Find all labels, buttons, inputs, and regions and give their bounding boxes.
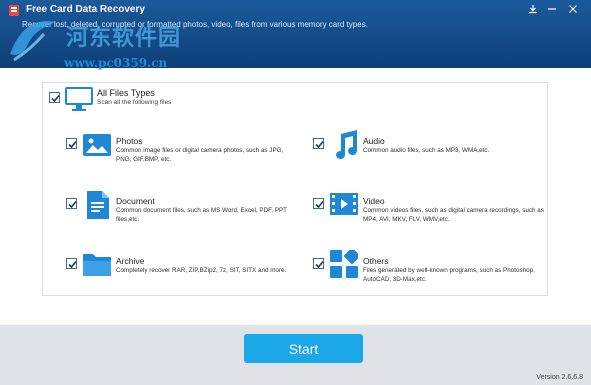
- close-icon[interactable]: [564, 2, 582, 16]
- others-title: Others: [363, 256, 389, 266]
- photos-title: Photos: [116, 136, 143, 146]
- others-icon: [330, 247, 361, 283]
- video-title: Video: [363, 196, 385, 206]
- document-checkbox[interactable]: [66, 198, 77, 209]
- others-checkbox[interactable]: [313, 258, 324, 269]
- start-button[interactable]: Start: [244, 334, 363, 363]
- video-checkbox[interactable]: [313, 198, 324, 209]
- photos-description: Common image files or digital camera pho…: [116, 147, 284, 163]
- video-icon: [330, 193, 358, 220]
- photos-checkbox[interactable]: [66, 138, 77, 149]
- document-title: Document: [116, 196, 155, 206]
- version-label: Version 2.6.6.8: [536, 374, 583, 381]
- monitor-icon: [64, 86, 94, 112]
- all-files-title: All Files Types: [97, 88, 155, 98]
- audio-checkbox[interactable]: [313, 138, 324, 149]
- document-description: Common document files, such as MS Word, …: [116, 207, 287, 223]
- photo-icon: [83, 134, 111, 161]
- archive-description: Completely recover RAR, ZIP,BZip2, 7z, S…: [116, 267, 287, 274]
- archive-title: Archive: [116, 256, 145, 266]
- watermark: 河东软件园 www.pc0359.cn: [4, 10, 234, 70]
- document-icon: [87, 191, 109, 224]
- others-description: Files generated by well-known programs, …: [363, 267, 535, 283]
- all-files-description: Scan all the following files: [97, 99, 172, 106]
- watermark-logo-icon: [10, 21, 56, 62]
- watermark-url: www.pc0359.cn: [64, 56, 168, 70]
- watermark-text: 河东软件园: [66, 25, 182, 51]
- folder-icon: [83, 252, 111, 281]
- archive-checkbox[interactable]: [66, 258, 77, 269]
- all-files-checkbox[interactable]: [49, 92, 60, 103]
- music-note-icon: [331, 130, 359, 165]
- download-icon[interactable]: [524, 2, 542, 16]
- minimize-icon[interactable]: [543, 2, 561, 16]
- video-description: Common videos files, such as digital cam…: [363, 207, 544, 223]
- audio-title: Audio: [363, 136, 385, 146]
- audio-description: Common audio files, such as MP3, WMA,etc…: [363, 147, 490, 154]
